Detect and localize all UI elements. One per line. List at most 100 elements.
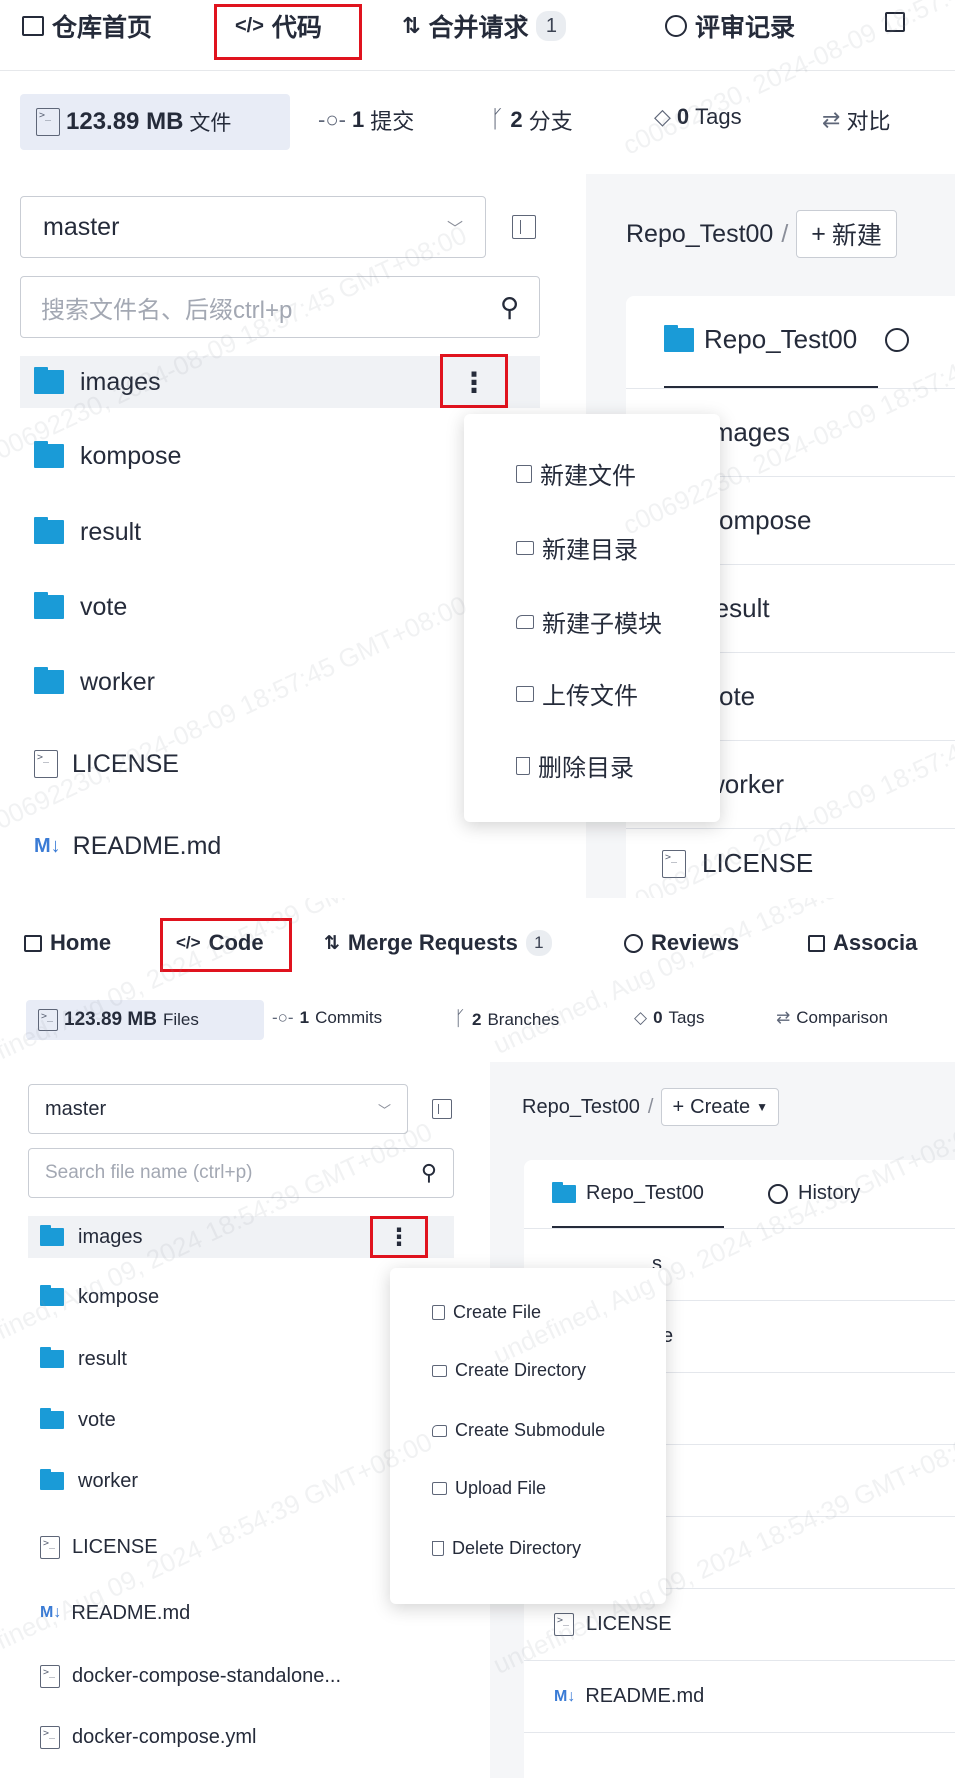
branches-count: 2 xyxy=(510,107,523,132)
stat-compare[interactable]: ⇄ 对比 xyxy=(822,104,890,136)
card-tab-label: Repo_Test00 xyxy=(586,1182,704,1204)
tree-item-vote[interactable]: vote xyxy=(40,1399,116,1441)
collapse-sidebar-icon[interactable] xyxy=(432,1099,452,1119)
menu-item-create-directory[interactable]: Create Directory xyxy=(432,1360,586,1381)
tree-item-label: worker xyxy=(78,1469,139,1492)
create-button[interactable]: + Create ▼ xyxy=(661,1088,780,1126)
tree-item-docker-compose-standalone[interactable]: docker-compose-standalone... xyxy=(40,1655,341,1697)
stat-commits[interactable]: -○- 1 Commits xyxy=(272,1008,382,1028)
create-button[interactable]: + 新建 xyxy=(796,210,897,258)
tree-item-license[interactable]: LICENSE xyxy=(40,1526,158,1568)
branch-icon: ᚴ xyxy=(490,106,505,133)
review-icon xyxy=(665,15,687,37)
tree-item-readme[interactable]: M↓ README.md xyxy=(34,820,221,872)
collapse-sidebar-icon[interactable] xyxy=(512,215,536,239)
tab-home[interactable]: 仓库首页 xyxy=(22,8,152,44)
menu-item-create-file[interactable]: Create File xyxy=(432,1302,541,1323)
menu-item-delete-directory[interactable]: Delete Directory xyxy=(432,1538,581,1559)
menu-item-create-submodule[interactable]: Create Submodule xyxy=(432,1420,605,1441)
menu-item-create-submodule[interactable]: 新建子模块 xyxy=(516,604,662,639)
file-row-license[interactable]: LICENSE xyxy=(626,828,955,898)
commits-label: 提交 xyxy=(370,109,415,134)
stat-files[interactable]: 123.89 MB Files xyxy=(26,1000,264,1040)
screenshot-panel-english: Home </> Code ⇅ Merge Requests 1 Reviews… xyxy=(0,898,955,1778)
tree-item-license[interactable]: LICENSE xyxy=(34,738,179,790)
file-search-input[interactable]: 搜索文件名、后缀ctrl+p ⚲ xyxy=(20,276,540,338)
tab-associated[interactable]: Associa xyxy=(808,930,917,956)
tree-item-label: LICENSE xyxy=(72,749,179,778)
file-search-input[interactable]: Search file name (ctrl+p) ⚲ xyxy=(28,1148,454,1198)
menu-item-create-file[interactable]: 新建文件 xyxy=(516,456,636,491)
menu-item-upload-file[interactable]: 上传文件 xyxy=(516,676,638,711)
upload-icon xyxy=(516,685,534,702)
stat-compare[interactable]: ⇄ Comparison xyxy=(776,1008,888,1028)
menu-item-upload-file[interactable]: Upload File xyxy=(432,1478,546,1499)
branches-label: Branches xyxy=(487,1009,560,1029)
tab-home-label: Home xyxy=(50,930,112,955)
breadcrumb-repo[interactable]: Repo_Test00 xyxy=(626,220,773,249)
breadcrumb-separator: / xyxy=(781,219,789,248)
tree-item-vote[interactable]: vote xyxy=(34,581,127,633)
files-label: 文件 xyxy=(189,112,232,135)
file-size-icon xyxy=(36,108,60,136)
stat-branches[interactable]: ᚴ 2 Branches xyxy=(454,1008,559,1031)
branch-select[interactable]: master ﹀ xyxy=(20,196,486,258)
watermark: undefined, Aug 09, 2024 18:54:39 GMT+08:… xyxy=(488,898,955,1060)
menu-item-label: 新建目录 xyxy=(542,537,638,564)
chevron-down-icon: ﹀ xyxy=(446,221,463,238)
associated-icon xyxy=(808,934,825,952)
tree-item-result[interactable]: result xyxy=(40,1338,127,1380)
history-icon[interactable] xyxy=(885,327,910,352)
folder-icon xyxy=(664,324,694,352)
tree-item-kompose[interactable]: kompose xyxy=(40,1276,159,1318)
folder-icon xyxy=(34,667,64,694)
tab-repo-files[interactable]: Repo_Test00 xyxy=(664,324,910,355)
tree-item-label: vote xyxy=(78,1408,116,1431)
menu-item-delete-directory[interactable]: 删除目录 xyxy=(516,748,634,783)
history-icon xyxy=(768,1183,788,1204)
tags-label: Tags xyxy=(695,104,742,129)
tree-item-result[interactable]: result xyxy=(34,506,141,558)
folder-icon xyxy=(40,1347,64,1368)
screenshot-panel-chinese: 仓库首页 </> 代码 ⇅ 合并请求 1 评审记录 123.89 MB 文件 -… xyxy=(0,0,955,898)
repo-size: 123.89 MB xyxy=(64,1009,157,1030)
review-icon xyxy=(624,933,643,953)
tree-item-label: result xyxy=(78,1347,127,1370)
tab-merge-requests[interactable]: ⇅ Merge Requests 1 xyxy=(324,930,552,956)
tree-item-label: images xyxy=(80,367,161,396)
tree-item-worker[interactable]: worker xyxy=(40,1460,138,1502)
create-submodule-icon xyxy=(516,614,534,629)
tree-item-label: docker-compose-standalone... xyxy=(72,1664,342,1687)
tab-home[interactable]: Home xyxy=(24,930,111,956)
file-row-partial[interactable] xyxy=(524,1732,955,1778)
stat-commits[interactable]: -○- 1 提交 xyxy=(318,104,414,136)
tab-repo-files[interactable]: Repo_Test00 xyxy=(552,1181,704,1205)
tree-item-kompose[interactable]: kompose xyxy=(34,430,181,482)
tab-reviews[interactable]: Reviews xyxy=(624,930,739,956)
menu-item-create-directory[interactable]: 新建目录 xyxy=(516,530,638,565)
file-row-readme[interactable]: M↓ README.md xyxy=(524,1660,955,1732)
tree-item-readme[interactable]: M↓ README.md xyxy=(40,1592,190,1634)
stat-tags[interactable]: ◇ 0 Tags xyxy=(634,1008,704,1028)
file-search-placeholder: Search file name (ctrl+p) xyxy=(45,1162,253,1183)
stat-files[interactable]: 123.89 MB 文件 xyxy=(20,94,290,150)
tab-history[interactable]: History xyxy=(768,1182,860,1205)
caret-down-icon: ▼ xyxy=(756,1100,769,1114)
tree-item-label: worker xyxy=(80,667,156,696)
tree-item-worker[interactable]: worker xyxy=(34,656,155,708)
tab-reviews[interactable]: 评审记录 xyxy=(665,8,795,44)
home-icon xyxy=(24,934,42,952)
context-menu: 新建文件 新建目录 新建子模块 上传文件 删除目录 xyxy=(464,414,720,822)
stat-branches[interactable]: ᚴ 2 分支 xyxy=(490,104,573,136)
stat-tags[interactable]: ◇ 0 Tags xyxy=(654,104,742,130)
breadcrumb-repo[interactable]: Repo_Test00 xyxy=(522,1096,640,1119)
plus-icon: + xyxy=(811,219,826,248)
tree-item-label: README.md xyxy=(72,831,222,860)
commit-icon: -○- xyxy=(272,1008,294,1027)
tree-item-docker-compose-yml[interactable]: docker-compose.yml xyxy=(40,1716,257,1758)
repo-size: 123.89 MB xyxy=(66,108,184,135)
tab-merge-requests[interactable]: ⇅ 合并请求 1 xyxy=(402,8,567,44)
file-size-icon xyxy=(38,1009,58,1031)
branch-select[interactable]: master ﹀ xyxy=(28,1084,408,1134)
tab-more[interactable] xyxy=(885,12,905,32)
